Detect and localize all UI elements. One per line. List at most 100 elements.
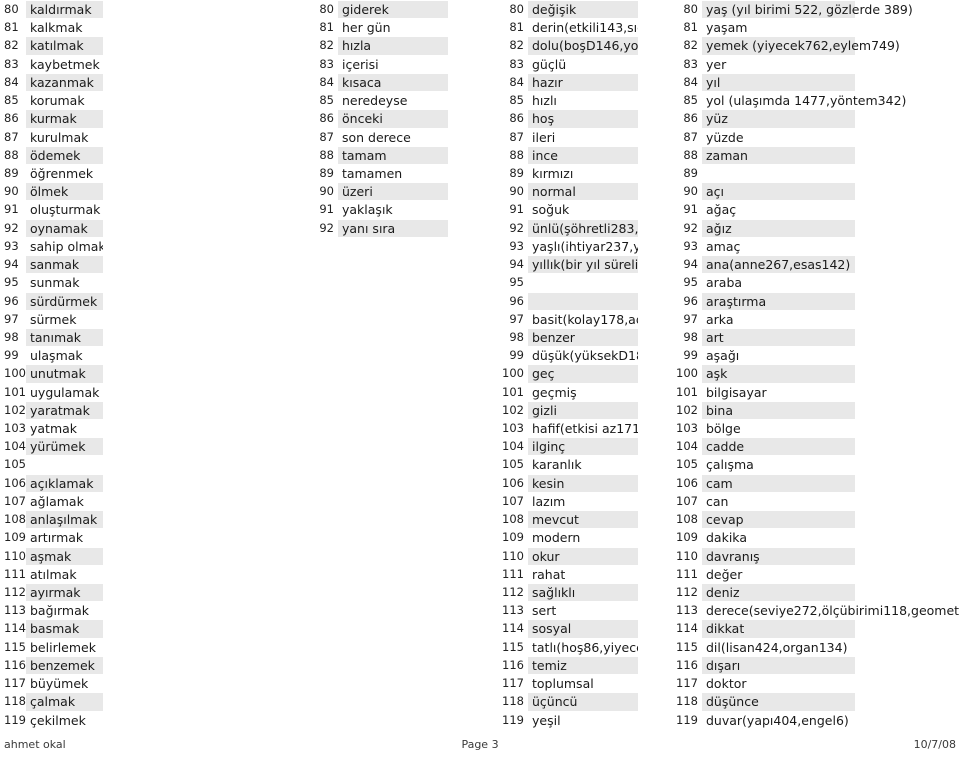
row-index: 104 (502, 439, 524, 454)
table-row: 96 sürdürmek (0, 291, 290, 310)
word-cell: düşük(yüksekD180, (528, 346, 638, 365)
footer-page-number: Page 3 (461, 738, 499, 751)
word-cell: ağız (702, 218, 855, 237)
row-index: 100 (676, 366, 698, 381)
table-row: 81 yaşam (670, 18, 960, 37)
word-cell: hazır (528, 72, 638, 92)
row-index: 95 (509, 275, 524, 290)
table-row: 113 derece(seviye272,ölçübirimi118,geomet… (670, 601, 960, 620)
word-cell: tanımak (26, 327, 103, 347)
table-row: 89 tamamen (290, 163, 490, 183)
table-row: 86 kurmak (0, 109, 290, 128)
row-index: 112 (502, 585, 524, 599)
word-cell: rahat (528, 564, 638, 583)
word-cell: kurulmak (26, 127, 103, 146)
row-index: 116 (4, 657, 26, 672)
table-row: 114 sosyal (490, 619, 670, 638)
table-row: 96 (490, 291, 670, 310)
row-index: 101 (676, 384, 698, 399)
word-cell: amaç (702, 236, 855, 256)
word-cell: çekilmek (26, 710, 103, 729)
table-row: 115 dil(lisan424,organ134) (670, 637, 960, 656)
table-row: 100 unutmak (0, 364, 290, 383)
row-index: 90 (683, 184, 698, 199)
table-row: 119 yeşil (490, 710, 670, 729)
table-row: 81 derin(etkili143,sığD (490, 18, 670, 37)
word-cell: basit(kolay178,adi3 (528, 309, 638, 328)
word-cell: sürdürmek (26, 291, 103, 310)
word-cell: düşünce (702, 692, 855, 711)
row-index: 103 (676, 421, 698, 436)
word-cell: sürmek (26, 309, 103, 328)
word-cell: yaşlı(ihtiyar237,yaş (528, 236, 638, 256)
row-index: 107 (502, 493, 524, 508)
table-row: 101 uygulamak (0, 382, 290, 401)
table-row: 93 sahip olmak (0, 236, 290, 256)
row-index: 109 (4, 530, 26, 545)
adjectives-column: 80 değişik 81 derin(etkili143,sığD 82 dolu(bo… (490, 0, 670, 729)
row-index: 118 (676, 694, 698, 709)
table-row: 110 davranış (670, 546, 960, 565)
row-index: 104 (676, 439, 698, 454)
row-index: 117 (502, 676, 524, 691)
row-index: 90 (509, 184, 524, 199)
word-cell: yer (702, 54, 855, 73)
word-cell: yaklaşık (338, 200, 448, 219)
word-cell: büyümek (26, 674, 103, 693)
table-row: 108 cevap (670, 510, 960, 529)
table-row: 109 dakika (670, 528, 960, 547)
table-row: 90 açı (670, 182, 960, 201)
row-index: 81 (509, 20, 524, 35)
table-row: 80 değişik (490, 0, 670, 19)
word-cell: kaldırmak (26, 0, 103, 19)
word-cell: bağırmak (26, 601, 103, 620)
word-cell: ünlü(şöhretli283,di (528, 218, 638, 237)
table-row: 80 kaldırmak (0, 0, 290, 19)
table-row: 81 kalkmak (0, 18, 290, 37)
table-row: 104 ilginç (490, 437, 670, 456)
row-index: 85 (319, 93, 334, 108)
table-row: 90 normal (490, 182, 670, 201)
row-index: 119 (4, 712, 26, 727)
table-row: 108 anlaşılmak (0, 510, 290, 529)
row-index: 83 (4, 56, 19, 71)
word-cell (528, 273, 638, 292)
row-index: 104 (4, 439, 26, 454)
table-row: 110 okur (490, 546, 670, 565)
table-row: 95 sunmak (0, 273, 290, 292)
row-index: 80 (4, 2, 19, 16)
word-cell: ölmek (26, 182, 103, 201)
table-row: 86 hoş (490, 109, 670, 128)
row-index: 81 (4, 20, 19, 35)
word-cell: doktor (702, 674, 855, 693)
word-cell: dil(lisan424,organ134) (702, 637, 855, 656)
table-row: 113 bağırmak (0, 601, 290, 620)
table-row: 101 bilgisayar (670, 382, 960, 401)
table-row: 87 kurulmak (0, 127, 290, 146)
word-cell: korumak (26, 91, 103, 110)
row-index: 84 (4, 74, 19, 89)
word-cell: aşk (702, 364, 855, 383)
row-index: 92 (4, 220, 19, 235)
row-index: 89 (319, 165, 334, 180)
word-cell: yatmak (26, 419, 103, 438)
table-row: 101 geçmiş (490, 382, 670, 401)
table-row: 93 yaşlı(ihtiyar237,yaş (490, 236, 670, 256)
table-row: 107 ağlamak (0, 491, 290, 511)
row-index: 114 (502, 621, 524, 636)
table-row: 109 artırmak (0, 528, 290, 547)
word-cell: sağlıklı (528, 583, 638, 602)
table-row: 118 üçüncü (490, 692, 670, 711)
row-index: 119 (676, 712, 698, 727)
table-row: 116 benzemek (0, 655, 290, 675)
row-index: 97 (4, 311, 19, 326)
row-index: 95 (4, 275, 19, 290)
table-row: 105 çalışma (670, 455, 960, 474)
row-index: 111 (4, 566, 26, 581)
row-index: 114 (676, 621, 698, 636)
row-index: 97 (509, 311, 524, 326)
row-index: 80 (683, 2, 698, 16)
table-row: 109 modern (490, 528, 670, 547)
table-row: 117 doktor (670, 674, 960, 693)
row-index: 115 (502, 639, 524, 654)
